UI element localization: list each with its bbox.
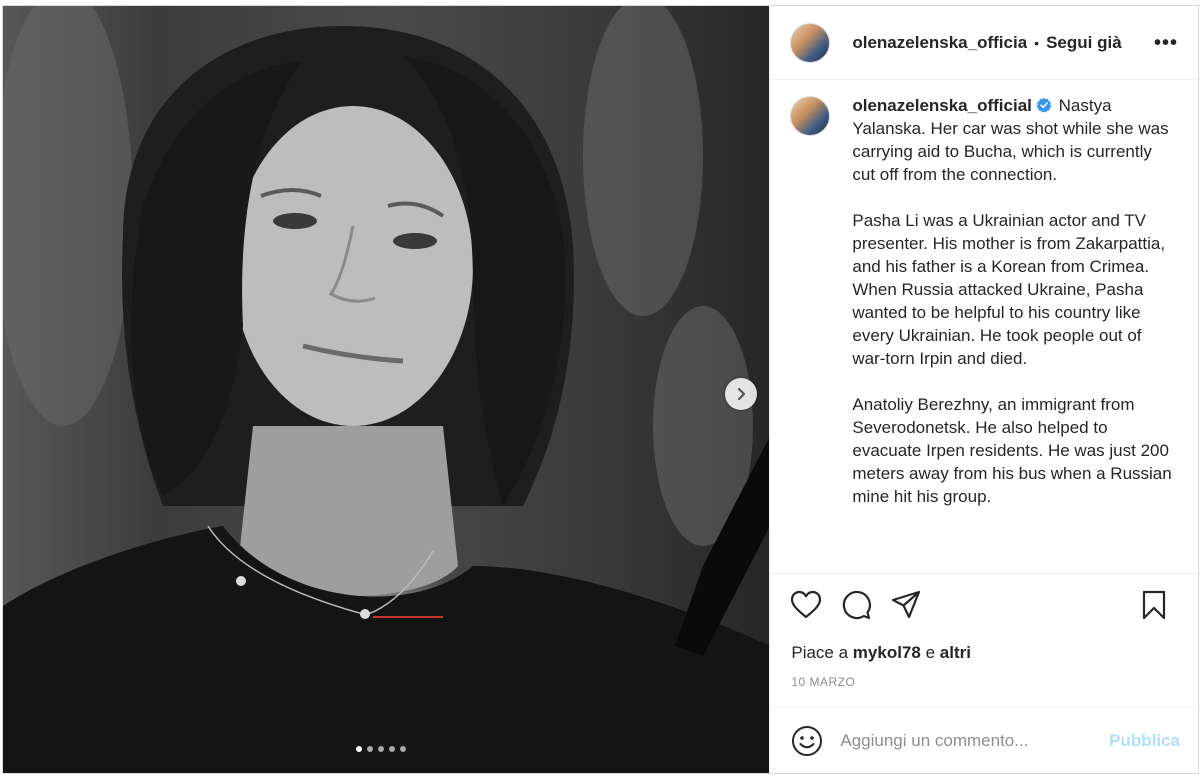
header-separator: •	[1034, 34, 1040, 51]
following-button[interactable]: Segui già	[1046, 33, 1122, 53]
comment-input[interactable]	[840, 730, 1110, 751]
post-header: olenazelenska_officia • Segui già •••	[770, 6, 1198, 80]
post-photo	[3, 6, 770, 773]
action-bar	[770, 573, 1198, 635]
heart-icon	[791, 590, 822, 618]
publish-button[interactable]: Pubblica	[1109, 731, 1180, 751]
post-card: olenazelenska_officia • Segui già ••• ol…	[2, 5, 1199, 774]
paper-plane-icon	[892, 590, 921, 618]
verified-badge-icon	[1036, 97, 1052, 113]
save-button[interactable]	[1134, 585, 1174, 625]
caption-text: olenazelenska_official Nastya Yalanska. …	[852, 94, 1177, 573]
comment-bar: Pubblica	[770, 707, 1198, 773]
caption-avatar[interactable]	[790, 96, 831, 136]
caption-area[interactable]: olenazelenska_official Nastya Yalanska. …	[770, 80, 1198, 573]
share-button[interactable]	[886, 585, 926, 625]
carousel-indicator	[356, 746, 406, 752]
likes-prefix: Piace a	[791, 643, 849, 662]
bookmark-icon	[1142, 590, 1166, 619]
post-media[interactable]	[3, 6, 770, 773]
avatar[interactable]	[790, 22, 831, 63]
like-button[interactable]	[786, 585, 826, 625]
likes-others-link[interactable]: altri	[940, 643, 971, 662]
post-side-panel: olenazelenska_officia • Segui già ••• ol…	[769, 6, 1198, 773]
caption-paragraph: Pasha Li was a Ukrainian actor and TV pr…	[852, 211, 1166, 368]
carousel-dot	[400, 746, 406, 752]
chevron-right-icon	[737, 387, 746, 401]
carousel-next-button[interactable]	[725, 378, 757, 410]
header-username-link[interactable]: olenazelenska_officia	[852, 33, 1027, 53]
caption-username-link[interactable]: olenazelenska_official	[852, 96, 1032, 115]
caption-paragraph: olenazelenska_official Nastya Yalanska. …	[852, 94, 1177, 186]
likes-conjunction: e	[925, 643, 936, 662]
post-date[interactable]: 10 MARZO	[770, 663, 1198, 707]
carousel-dot	[356, 746, 362, 752]
liker-username-link[interactable]: mykol78	[853, 643, 921, 662]
comment-button[interactable]	[836, 585, 876, 625]
likes-summary: Piace a mykol78 e altri	[770, 635, 1198, 663]
carousel-dot	[389, 746, 395, 752]
carousel-dot	[378, 746, 384, 752]
carousel-dot	[367, 746, 373, 752]
caption-paragraph: Anatoliy Berezhny, an immigrant from Sev…	[852, 395, 1172, 506]
comment-bubble-icon	[843, 590, 872, 619]
more-options-button[interactable]: •••	[1154, 32, 1178, 55]
smiley-icon	[792, 725, 823, 756]
emoji-button[interactable]	[790, 724, 824, 758]
